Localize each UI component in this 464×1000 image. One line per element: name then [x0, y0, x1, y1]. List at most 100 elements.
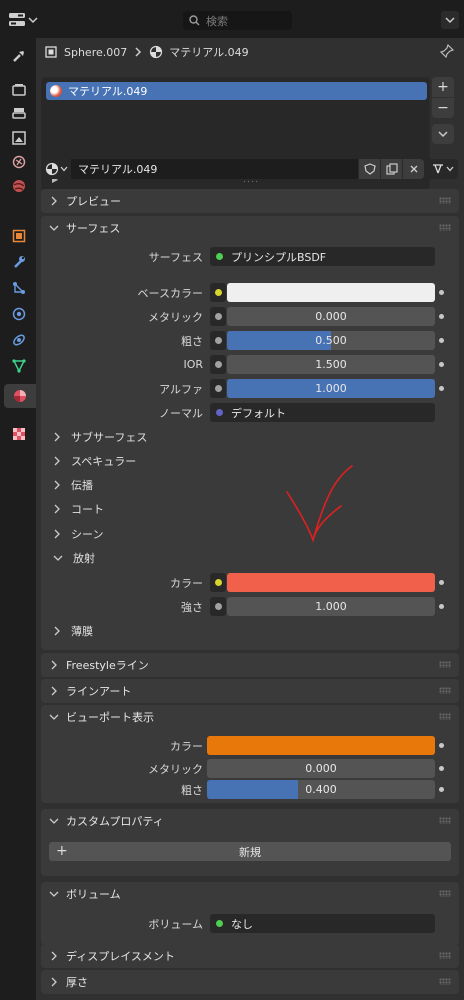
keyframe-dot-icon[interactable]: [439, 580, 444, 585]
duplicate-material-button[interactable]: [380, 159, 402, 179]
keyframe-dot-icon[interactable]: [439, 766, 444, 771]
alpha-row: アルファ 1.000: [41, 379, 459, 398]
subsection-subsurface[interactable]: サブサーフェス: [53, 428, 147, 446]
material-icon: [45, 162, 58, 176]
tab-constraints[interactable]: [7, 328, 31, 352]
viewport-color-swatch[interactable]: [207, 736, 435, 755]
remove-slot-button[interactable]: −: [432, 98, 454, 118]
drag-grip-icon[interactable]: [439, 224, 451, 231]
drag-grip-icon[interactable]: [439, 890, 451, 897]
emission-color-socket[interactable]: [210, 573, 226, 592]
editor-type-button[interactable]: [8, 10, 42, 30]
metallic-value: 0.000: [315, 310, 347, 323]
tab-object[interactable]: [7, 224, 31, 248]
tab-data[interactable]: [7, 354, 31, 378]
material-name-field[interactable]: マテリアル.049: [71, 159, 358, 179]
search-input[interactable]: 検索: [183, 11, 292, 30]
new-property-label: 新規: [239, 845, 261, 859]
roughness-slider[interactable]: 0.500: [227, 331, 435, 350]
drag-grip-icon[interactable]: [439, 952, 451, 959]
chevron-right-icon: [54, 626, 60, 636]
emission-color-swatch[interactable]: [227, 573, 435, 592]
browse-material-button[interactable]: [41, 159, 71, 179]
keyframe-dot-icon[interactable]: [439, 743, 444, 748]
render-icon: [12, 84, 26, 96]
drag-grip-icon[interactable]: [439, 661, 451, 668]
panel-freestyle-header[interactable]: Freestyleライン: [41, 653, 459, 677]
normal-selector[interactable]: デフォルト: [210, 403, 435, 422]
drag-grip-icon[interactable]: [439, 687, 451, 694]
subsection-specular[interactable]: スペキュラー: [53, 452, 136, 470]
tab-scene[interactable]: [7, 150, 31, 174]
drag-grip-icon[interactable]: [439, 713, 451, 720]
panel-custom-properties-header[interactable]: カスタムプロパティ: [41, 809, 459, 833]
tab-modifiers[interactable]: [7, 250, 31, 274]
mesh-data-icon: [12, 359, 26, 373]
drag-grip-icon[interactable]: [439, 197, 451, 204]
fake-user-button[interactable]: [358, 159, 380, 179]
options-dropdown[interactable]: [441, 11, 459, 29]
metallic-slider[interactable]: 0.000: [227, 307, 435, 326]
keyframe-dot-icon[interactable]: [439, 362, 444, 367]
unlink-material-button[interactable]: [402, 159, 424, 179]
pin-button[interactable]: [439, 43, 455, 61]
emission-strength-socket[interactable]: [210, 597, 226, 616]
base-color-socket[interactable]: [210, 283, 226, 302]
value-socket-icon: [214, 313, 222, 320]
viewport-roughness-slider[interactable]: 0.400: [207, 780, 435, 799]
keyframe-dot-icon[interactable]: [439, 386, 444, 391]
panel-displacement-header[interactable]: ディスプレイスメント: [41, 944, 459, 968]
emission-strength-slider[interactable]: 1.000: [227, 597, 435, 616]
search-placeholder: 検索: [206, 14, 228, 28]
tab-material[interactable]: [4, 384, 36, 408]
panel-viewport-header[interactable]: ビューポート表示: [41, 705, 459, 729]
tab-view-layer[interactable]: [7, 126, 31, 150]
tab-output[interactable]: [7, 102, 31, 126]
tab-render[interactable]: [7, 78, 31, 102]
panel-preview-header[interactable]: プレビュー: [41, 189, 459, 213]
keyframe-dot-icon[interactable]: [439, 604, 444, 609]
constraints-icon: [13, 334, 25, 346]
subsection-thin-film[interactable]: 薄膜: [53, 622, 93, 640]
base-color-swatch[interactable]: [227, 283, 435, 302]
ior-slider[interactable]: 1.500: [227, 355, 435, 374]
keyframe-dot-icon[interactable]: [439, 338, 444, 343]
tab-particles[interactable]: [7, 276, 31, 300]
tab-world[interactable]: [7, 174, 31, 198]
volume-shader-selector[interactable]: なし: [210, 914, 435, 933]
roughness-socket[interactable]: [210, 331, 226, 350]
tab-tool[interactable]: [7, 44, 31, 68]
add-slot-button[interactable]: +: [432, 77, 454, 97]
panel-custom-properties: カスタムプロパティ + 新規: [41, 809, 459, 876]
viewport-metallic-slider[interactable]: 0.000: [207, 759, 435, 778]
slot-specials-button[interactable]: [432, 124, 454, 144]
alpha-slider[interactable]: 1.000: [227, 379, 435, 398]
drag-grip-icon[interactable]: [439, 978, 451, 985]
particles-icon: [13, 282, 25, 294]
keyframe-dot-icon[interactable]: [439, 787, 444, 792]
panel-thickness-header[interactable]: 厚さ: [41, 970, 459, 994]
chevron-down-icon: [53, 555, 63, 561]
panel-title: カスタムプロパティ: [66, 815, 164, 828]
keyframe-dot-icon[interactable]: [439, 314, 444, 319]
alpha-socket[interactable]: [210, 379, 226, 398]
chevron-right-icon: [54, 456, 60, 466]
drag-grip-icon[interactable]: [439, 817, 451, 824]
slot-link-dropdown[interactable]: [426, 159, 458, 179]
surface-shader-selector[interactable]: プリンシプルBSDF: [210, 247, 435, 266]
subsection-coat[interactable]: コート: [53, 500, 104, 518]
keyframe-dot-icon[interactable]: [439, 290, 444, 295]
panel-volume-header[interactable]: ボリューム: [41, 882, 459, 906]
subsection-transmission[interactable]: 伝播: [53, 476, 93, 494]
new-property-button[interactable]: + 新規: [49, 842, 451, 861]
tab-physics[interactable]: [7, 302, 31, 326]
metallic-socket[interactable]: [210, 307, 226, 326]
ior-socket[interactable]: [210, 355, 226, 374]
breadcrumb-object: Sphere.007: [64, 45, 128, 59]
material-slot-row[interactable]: マテリアル.049: [46, 82, 427, 100]
tab-texture[interactable]: [7, 422, 31, 446]
panel-lineart-header[interactable]: ラインアート: [41, 679, 459, 703]
panel-surface-header[interactable]: サーフェス: [41, 216, 459, 240]
subsection-emission[interactable]: 放射: [53, 549, 95, 567]
subsection-sheen[interactable]: シーン: [53, 525, 103, 543]
